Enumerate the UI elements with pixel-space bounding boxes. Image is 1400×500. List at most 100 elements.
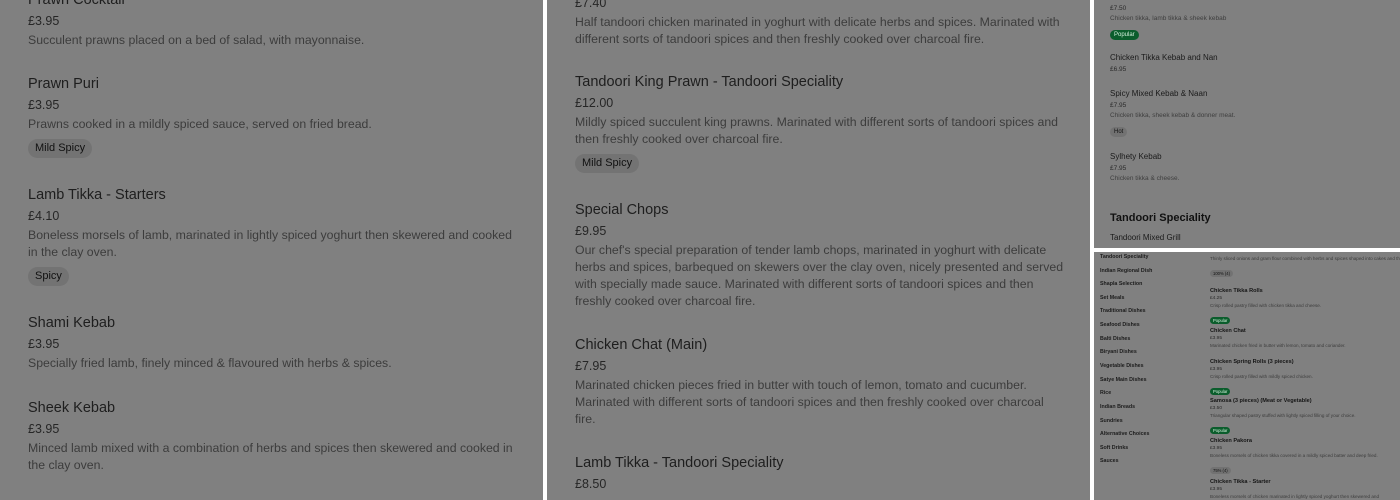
nav-item[interactable]: Alternative Choices xyxy=(1100,431,1149,437)
item-price: £3.95 xyxy=(1210,487,1223,492)
item-description: Mildly spiced succulent king prawns. Mar… xyxy=(575,115,1059,146)
item-description: Boneless morsels of chicken tikka covere… xyxy=(1210,453,1378,458)
item-description: Specially fried lamb, finely minced & fl… xyxy=(28,356,392,370)
menu-panel-left: Prawn Cocktail £3.95 Succulent prawns pl… xyxy=(0,0,543,500)
item-description: Chicken tikka, lamb tikka & sheek kebab xyxy=(1110,15,1227,22)
item-price: £3.95 xyxy=(28,337,60,351)
menu-item[interactable]: Prawn Puri £3.95 Prawns cooked in a mild… xyxy=(28,75,518,158)
section-heading: Tandoori Speciality xyxy=(1110,212,1211,224)
spice-badge: Mild Spicy xyxy=(575,154,640,173)
item-price: £3.50 xyxy=(1210,406,1223,411)
rating-badge: 100% (4) xyxy=(1210,270,1233,277)
nav-item[interactable]: Sauces xyxy=(1100,458,1119,464)
item-name: Chicken Chat xyxy=(1210,328,1246,334)
item-name: Spicy Mixed Kebab & Naan xyxy=(1110,89,1208,98)
item-description: Boneless morsels of lamb, marinated in l… xyxy=(28,228,512,259)
popular-badge: Popular xyxy=(1110,30,1139,40)
item-name: Chicken Spring Rolls (3 pieces) xyxy=(1210,359,1294,365)
menu-item[interactable]: Chicken Chat (Main) £7.95 Marinated chic… xyxy=(575,336,1065,428)
item-name: Sylhety Kebab xyxy=(1110,152,1162,161)
menu-item[interactable]: Thinly sliced onions and gram flour comb… xyxy=(1210,255,1400,280)
menu-item[interactable]: Chicken Spring Rolls (3 pieces) £3.95 Cr… xyxy=(1210,359,1398,398)
item-price: £3.95 xyxy=(28,98,60,112)
item-price: £4.10 xyxy=(28,209,60,223)
nav-item[interactable]: Tandoori Speciality xyxy=(1100,254,1148,260)
item-name: Tandoori Mixed Grill xyxy=(1110,233,1181,242)
item-description: Our chef's special preparation of tender… xyxy=(575,243,1064,308)
nav-item[interactable]: Soft Drinks xyxy=(1100,445,1128,451)
item-description: Crisp rolled pastry filled with mildly s… xyxy=(1210,374,1313,379)
menu-item[interactable]: Chicken Tikka - Starter £3.95 Boneless m… xyxy=(1210,479,1398,500)
menu-item[interactable]: Tandoori King Prawn - Tandoori Specialit… xyxy=(575,73,1065,173)
item-name: Tandoori King Prawn - Tandoori Specialit… xyxy=(575,74,844,90)
item-name: Chicken Tikka - Starter xyxy=(1210,479,1271,485)
nav-item[interactable]: Seafood Dishes xyxy=(1100,322,1140,328)
item-price: £3.95 xyxy=(1210,336,1223,341)
item-price: £3.95 xyxy=(28,14,60,28)
item-name: Prawn Cocktail xyxy=(28,0,125,8)
nav-item[interactable]: Traditional Dishes xyxy=(1100,308,1146,314)
item-price: £8.50 xyxy=(575,477,607,491)
item-name: Sheek Kebab xyxy=(28,400,116,416)
item-name: Chicken Tikka Kebab and Nan xyxy=(1110,53,1218,62)
item-price: £9.95 xyxy=(575,224,607,238)
nav-item[interactable]: Biryani Dishes xyxy=(1100,349,1137,355)
popular-badge: Popular xyxy=(1210,317,1231,324)
nav-item[interactable]: Balti Dishes xyxy=(1100,336,1130,342)
hot-badge: Hot xyxy=(1110,127,1128,137)
item-description: Thinly sliced onions and gram flour comb… xyxy=(1210,256,1400,261)
popular-badge: Popular xyxy=(1210,388,1231,395)
rating-badge: 75% (4) xyxy=(1210,467,1231,474)
menu-item[interactable]: Prawn Cocktail £3.95 Succulent prawns pl… xyxy=(28,0,518,49)
item-name: Samosa (3 pieces) (Meat or Vegetable) xyxy=(1210,398,1312,404)
item-description: Marinated chicken fried in butter with l… xyxy=(1210,343,1346,348)
nav-item[interactable]: Satye Main Dishes xyxy=(1100,377,1147,383)
menu-item[interactable]: Tandoori Mixed Grill xyxy=(1110,233,1395,243)
item-description: Minced lamb mixed with a combination of … xyxy=(28,441,513,472)
menu-item[interactable]: Chicken Chat £3.95 Marinated chicken fri… xyxy=(1210,328,1398,349)
item-name: Shami Kebab xyxy=(28,315,116,331)
menu-item[interactable]: Chicken Tikka Kebab and Nan £6.95 xyxy=(1110,53,1395,74)
nav-item[interactable]: Vegetable Dishes xyxy=(1100,363,1144,369)
item-price: £12.00 xyxy=(575,96,614,110)
item-price: £7.40 xyxy=(575,0,607,10)
item-name: Chicken Tikka Rolls xyxy=(1210,288,1263,294)
item-description: Chicken tikka & cheese. xyxy=(1110,175,1180,182)
menu-panel-bottom-right: Tandoori Speciality Indian Regional Dish… xyxy=(1094,252,1400,500)
menu-item[interactable]: £7.40 Half tandoori chicken marinated in… xyxy=(575,0,1065,48)
menu-item[interactable]: Lamb Tikka - Starters £4.10 Boneless mor… xyxy=(28,186,518,286)
item-price: £4.25 xyxy=(1210,296,1223,301)
item-name: Lamb Tikka - Tandoori Speciality xyxy=(575,455,784,471)
nav-item[interactable]: Sundries xyxy=(1100,418,1123,424)
item-description: Crisp rolled pastry filled with chicken … xyxy=(1210,303,1322,308)
spice-badge: Mild Spicy xyxy=(28,139,93,158)
nav-item[interactable]: Indian Regional Dish xyxy=(1100,268,1152,274)
menu-panel-top-right: £7.50 Chicken tikka, lamb tikka & sheek … xyxy=(1094,0,1400,248)
nav-item[interactable]: Shapla Selection xyxy=(1100,281,1142,287)
item-description: Prawns cooked in a mildly spiced sauce, … xyxy=(28,117,372,131)
menu-item[interactable]: Spicy Mixed Kebab & Naan £7.95 Chicken t… xyxy=(1110,89,1395,138)
item-name: Chicken Pakora xyxy=(1210,438,1252,444)
nav-item[interactable]: Indian Breads xyxy=(1100,404,1135,410)
menu-item[interactable]: Chicken Tikka Rolls £4.25 Crisp rolled p… xyxy=(1210,288,1398,327)
nav-item[interactable]: Rice xyxy=(1100,390,1111,396)
menu-item[interactable]: Samosa (3 pieces) (Meat or Vegetable) £3… xyxy=(1210,398,1398,437)
menu-item[interactable]: Chicken Pakora £3.95 Boneless morsels of… xyxy=(1210,438,1398,477)
menu-item[interactable]: Special Chops £9.95 Our chef's special p… xyxy=(575,201,1065,310)
menu-item[interactable]: Sylhety Kebab £7.95 Chicken tikka & chee… xyxy=(1110,152,1395,183)
menu-item[interactable]: £7.50 Chicken tikka, lamb tikka & sheek … xyxy=(1110,4,1395,41)
item-price: £7.50 xyxy=(1110,5,1127,12)
nav-item[interactable]: Set Meals xyxy=(1100,295,1124,301)
menu-item[interactable]: Shami Kebab £3.95 Specially fried lamb, … xyxy=(28,314,518,372)
item-price: £7.95 xyxy=(1110,102,1127,109)
menu-item[interactable]: Sheek Kebab £3.95 Minced lamb mixed with… xyxy=(28,399,518,474)
item-price: £7.95 xyxy=(575,359,607,373)
menu-item[interactable]: Lamb Tikka - Tandoori Speciality £8.50 xyxy=(575,454,1065,492)
item-description: Boneless morsels of chicken marinated in… xyxy=(1210,494,1380,499)
item-name: Chicken Chat (Main) xyxy=(575,337,708,353)
item-price: £3.95 xyxy=(1210,446,1223,451)
item-description: Succulent prawns placed on a bed of sala… xyxy=(28,33,365,47)
item-description: Triangular shaped pastry stuffed with li… xyxy=(1210,413,1356,418)
item-price: £7.95 xyxy=(1110,165,1127,172)
item-description: Marinated chicken pieces fried in butter… xyxy=(575,378,1044,426)
